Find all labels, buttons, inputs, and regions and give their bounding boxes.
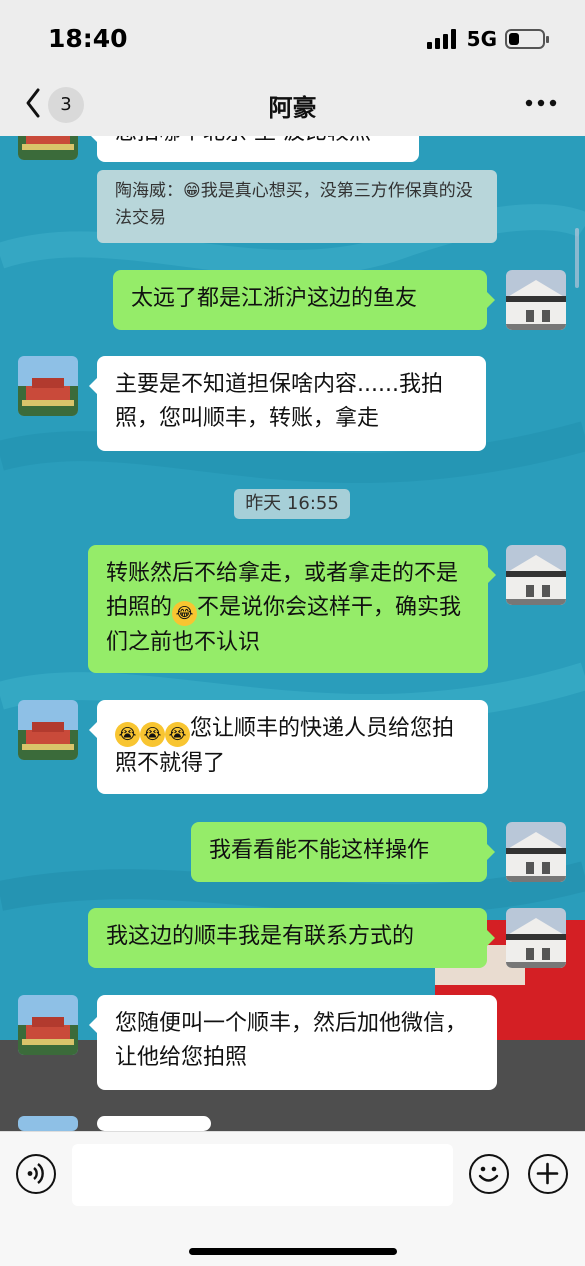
input-bar: [0, 1131, 585, 1266]
crying-laughing-emoji-icon: 😭: [140, 722, 165, 747]
status-time: 18:40: [48, 24, 128, 53]
avatar[interactable]: [506, 545, 566, 605]
avatar[interactable]: [18, 356, 78, 416]
avatar[interactable]: [506, 908, 566, 968]
message-bubble[interactable]: 太远了都是江浙沪这边的鱼友: [113, 270, 495, 330]
emoji-icon[interactable]: [469, 1154, 509, 1194]
battery-icon: [505, 29, 549, 49]
home-indicator: [189, 1248, 397, 1255]
signal-icon: [426, 29, 456, 49]
laughing-emoji-icon: 😂: [172, 601, 198, 626]
message-bubble[interactable]: 😭 😭 😭 您让顺丰的快递人员给您拍照不就得了: [89, 700, 488, 794]
crying-laughing-emoji-icon: 😭: [165, 722, 190, 747]
network-type: 5G: [466, 27, 497, 51]
plus-icon[interactable]: [528, 1154, 568, 1194]
top-bar: 18:40 5G 3 阿豪: [0, 0, 585, 136]
avatar[interactable]: [506, 822, 566, 882]
voice-icon[interactable]: [16, 1154, 56, 1194]
avatar[interactable]: [18, 1116, 78, 1131]
timestamp-chip: 昨天 16:55: [234, 489, 350, 519]
message-bubble[interactable]: 您随便叫一个顺丰，然后加他微信，让他给您拍照: [89, 995, 497, 1090]
ellipsis-icon[interactable]: [523, 90, 559, 116]
avatar[interactable]: [506, 270, 566, 330]
quoted-message[interactable]: 陶海威：😁我是真心想买，没第三方作保真的没法交易: [97, 170, 497, 243]
message-bubble[interactable]: 转账然后不给拿走，或者拿走的不是拍照的 😂 不是说你会这样干，确实我们之前也不认识: [88, 545, 496, 673]
chat-title: 阿豪: [268, 94, 317, 122]
message-bubble[interactable]: 我看看能不能这样操作: [191, 822, 495, 882]
message-input[interactable]: [72, 1144, 453, 1206]
scrollbar[interactable]: [575, 228, 579, 288]
message-bubble-partial[interactable]: [89, 1116, 211, 1154]
avatar[interactable]: [18, 995, 78, 1055]
message-text: 您让顺丰的快递人员给您拍照不就得了: [115, 716, 455, 776]
battery-level: [509, 33, 519, 45]
avatar[interactable]: [18, 700, 78, 760]
status-indicators: 5G: [426, 27, 549, 51]
message-bubble[interactable]: 主要是不知道担保啥内容......我拍照，您叫顺丰，转账，拿走: [89, 356, 486, 451]
crying-laughing-emoji-icon: 😭: [115, 722, 140, 747]
message-bubble[interactable]: 我这边的顺丰我是有联系方式的: [88, 908, 495, 968]
